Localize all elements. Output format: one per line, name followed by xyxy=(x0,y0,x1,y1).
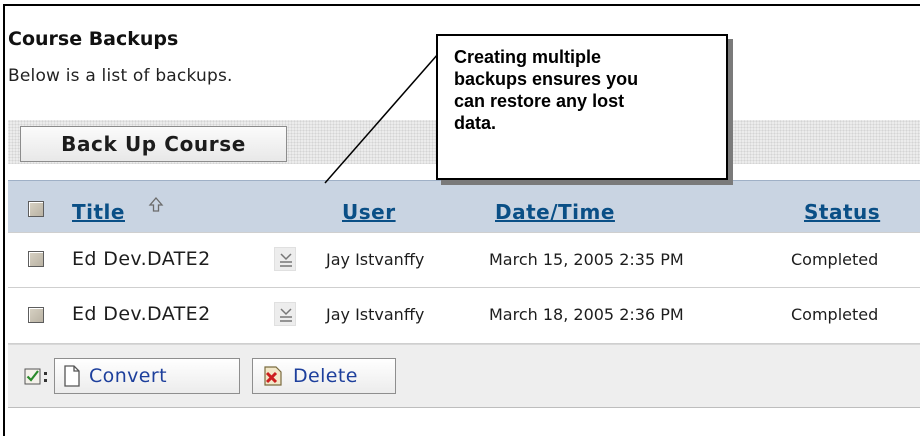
callout-line: Creating multiple xyxy=(454,47,602,67)
callout-line: backups ensures you xyxy=(454,69,639,89)
callout-line: can restore any lost xyxy=(454,91,625,111)
callout-box: Creating multiple backups ensures you ca… xyxy=(436,34,728,180)
callout-line: data. xyxy=(454,113,497,133)
